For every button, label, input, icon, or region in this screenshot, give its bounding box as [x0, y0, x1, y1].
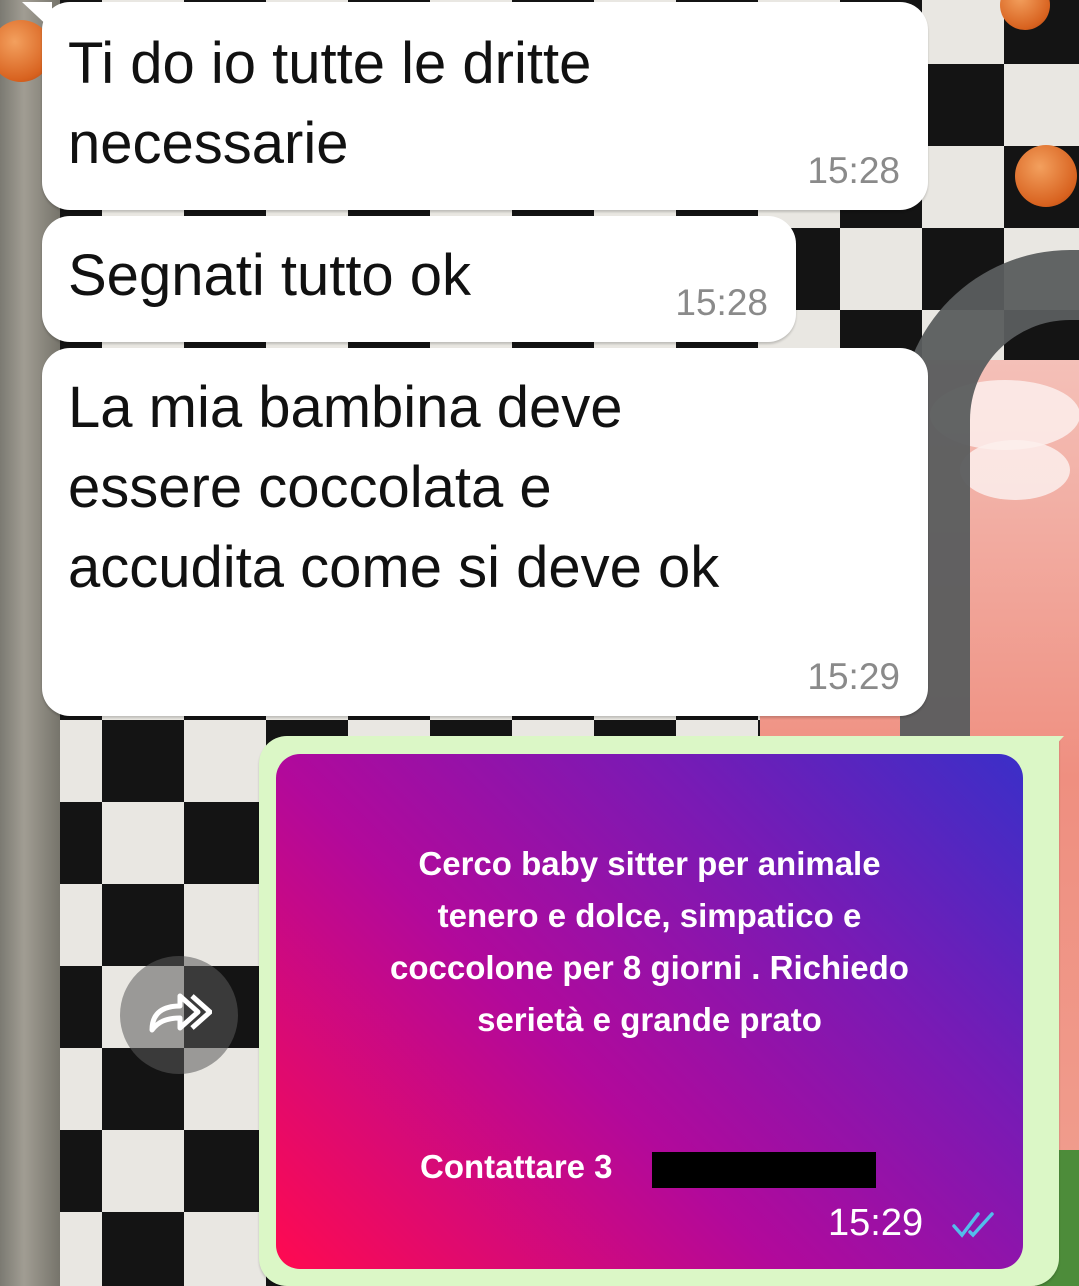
- message-time: 15:28: [807, 150, 900, 191]
- shared-image[interactable]: Cerco baby sitter per animale tenero e d…: [276, 754, 1023, 1269]
- double-check-icon: [952, 1212, 994, 1238]
- image-caption: Cerco baby sitter per animale tenero e d…: [390, 845, 909, 1038]
- contact-text: Contattare 3: [420, 1148, 613, 1185]
- message-time: 15:29: [828, 1202, 924, 1244]
- incoming-message[interactable]: La mia bambina deve essere coccolata e a…: [42, 348, 928, 716]
- incoming-message[interactable]: Segnati tutto ok 15:28: [42, 216, 796, 342]
- message-text: Ti do io tutte le dritte necessarie: [68, 31, 592, 176]
- forward-icon: [149, 993, 212, 1033]
- incoming-message[interactable]: Ti do io tutte le dritte necessarie 15:2…: [22, 2, 928, 210]
- message-time: 15:29: [807, 656, 900, 697]
- message-text: La mia bambina deve essere coccolata e a…: [68, 375, 720, 600]
- message-time: 15:28: [675, 282, 768, 323]
- message-text: Segnati tutto ok: [68, 243, 472, 308]
- forward-button[interactable]: [120, 956, 238, 1074]
- redacted-phone-number: [652, 1152, 876, 1188]
